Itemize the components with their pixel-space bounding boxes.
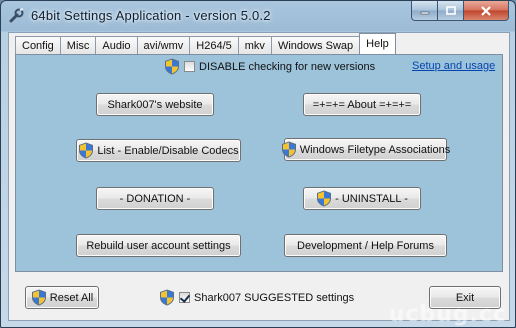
maximize-icon xyxy=(445,6,456,15)
forums-button[interactable]: Development / Help Forums xyxy=(284,234,447,257)
tab-misc[interactable]: Misc xyxy=(59,36,97,54)
reset-all-button[interactable]: Reset All xyxy=(25,286,99,309)
disable-check-checkbox[interactable] xyxy=(184,61,195,72)
minimize-button[interactable] xyxy=(411,1,438,21)
close-button[interactable] xyxy=(464,1,509,21)
caption-buttons xyxy=(411,1,509,21)
donation-label: - DONATION - xyxy=(119,192,191,205)
rebuild-button[interactable]: Rebuild user account settings xyxy=(76,234,241,257)
window-title: 64bit Settings Application - version 5.0… xyxy=(31,8,271,23)
codecs-button[interactable]: List - Enable/Disable Codecs xyxy=(76,139,241,162)
app-window: 64bit Settings Application - version 5.0… xyxy=(0,0,516,328)
disable-check-row: DISABLE checking for new versions xyxy=(164,58,375,75)
tab-windows-swap[interactable]: Windows Swap xyxy=(270,36,361,54)
uac-shield-icon xyxy=(31,289,47,306)
website-label: Shark007's website xyxy=(107,98,203,111)
uninstall-label: - UNINSTALL - xyxy=(335,192,408,205)
uac-shield-icon xyxy=(159,289,175,306)
client-area: Config Misc Audio avi/wmv H264/5 mkv Win… xyxy=(8,32,510,321)
suggested-settings-row: Shark007 SUGGESTED settings xyxy=(159,289,354,306)
filetype-button[interactable]: Windows Filetype Associations xyxy=(281,138,451,161)
help-panel: DISABLE checking for new versions Setup … xyxy=(15,54,503,272)
disable-check-label: DISABLE checking for new versions xyxy=(199,60,376,73)
tab-mkv[interactable]: mkv xyxy=(237,36,272,54)
uninstall-button[interactable]: - UNINSTALL - xyxy=(303,187,421,210)
uac-shield-icon xyxy=(78,142,94,159)
minimize-icon xyxy=(420,11,429,14)
watermark: ucbug.cc xyxy=(388,302,507,327)
suggested-settings-checkbox[interactable] xyxy=(179,292,190,303)
forums-label: Development / Help Forums xyxy=(297,239,434,252)
tab-help[interactable]: Help xyxy=(359,33,396,54)
reset-all-label: Reset All xyxy=(49,291,94,304)
setup-usage-link[interactable]: Setup and usage xyxy=(412,60,495,72)
tab-h264[interactable]: H264/5 xyxy=(189,36,239,54)
close-icon xyxy=(481,5,491,16)
tab-avi-wmv[interactable]: avi/wmv xyxy=(136,36,191,54)
rebuild-label: Rebuild user account settings xyxy=(86,239,231,252)
tab-config[interactable]: Config xyxy=(15,36,61,54)
uac-shield-icon xyxy=(164,58,180,75)
tab-audio[interactable]: Audio xyxy=(95,36,138,54)
filetype-label: Windows Filetype Associations xyxy=(299,143,451,156)
uac-shield-icon xyxy=(316,190,332,207)
about-button[interactable]: =+=+= About =+=+= xyxy=(303,93,421,116)
maximize-button[interactable] xyxy=(438,1,464,21)
codecs-label: List - Enable/Disable Codecs xyxy=(97,144,239,157)
wrench-icon xyxy=(9,8,24,23)
about-label: =+=+= About =+=+= xyxy=(312,98,412,111)
uac-shield-icon xyxy=(281,141,297,158)
tab-strip: Config Misc Audio avi/wmv H264/5 mkv Win… xyxy=(15,33,396,54)
suggested-settings-label: Shark007 SUGGESTED settings xyxy=(194,291,355,304)
donation-button[interactable]: - DONATION - xyxy=(96,187,214,210)
website-button[interactable]: Shark007's website xyxy=(96,93,214,116)
title-bar[interactable]: 64bit Settings Application - version 5.0… xyxy=(1,1,515,31)
